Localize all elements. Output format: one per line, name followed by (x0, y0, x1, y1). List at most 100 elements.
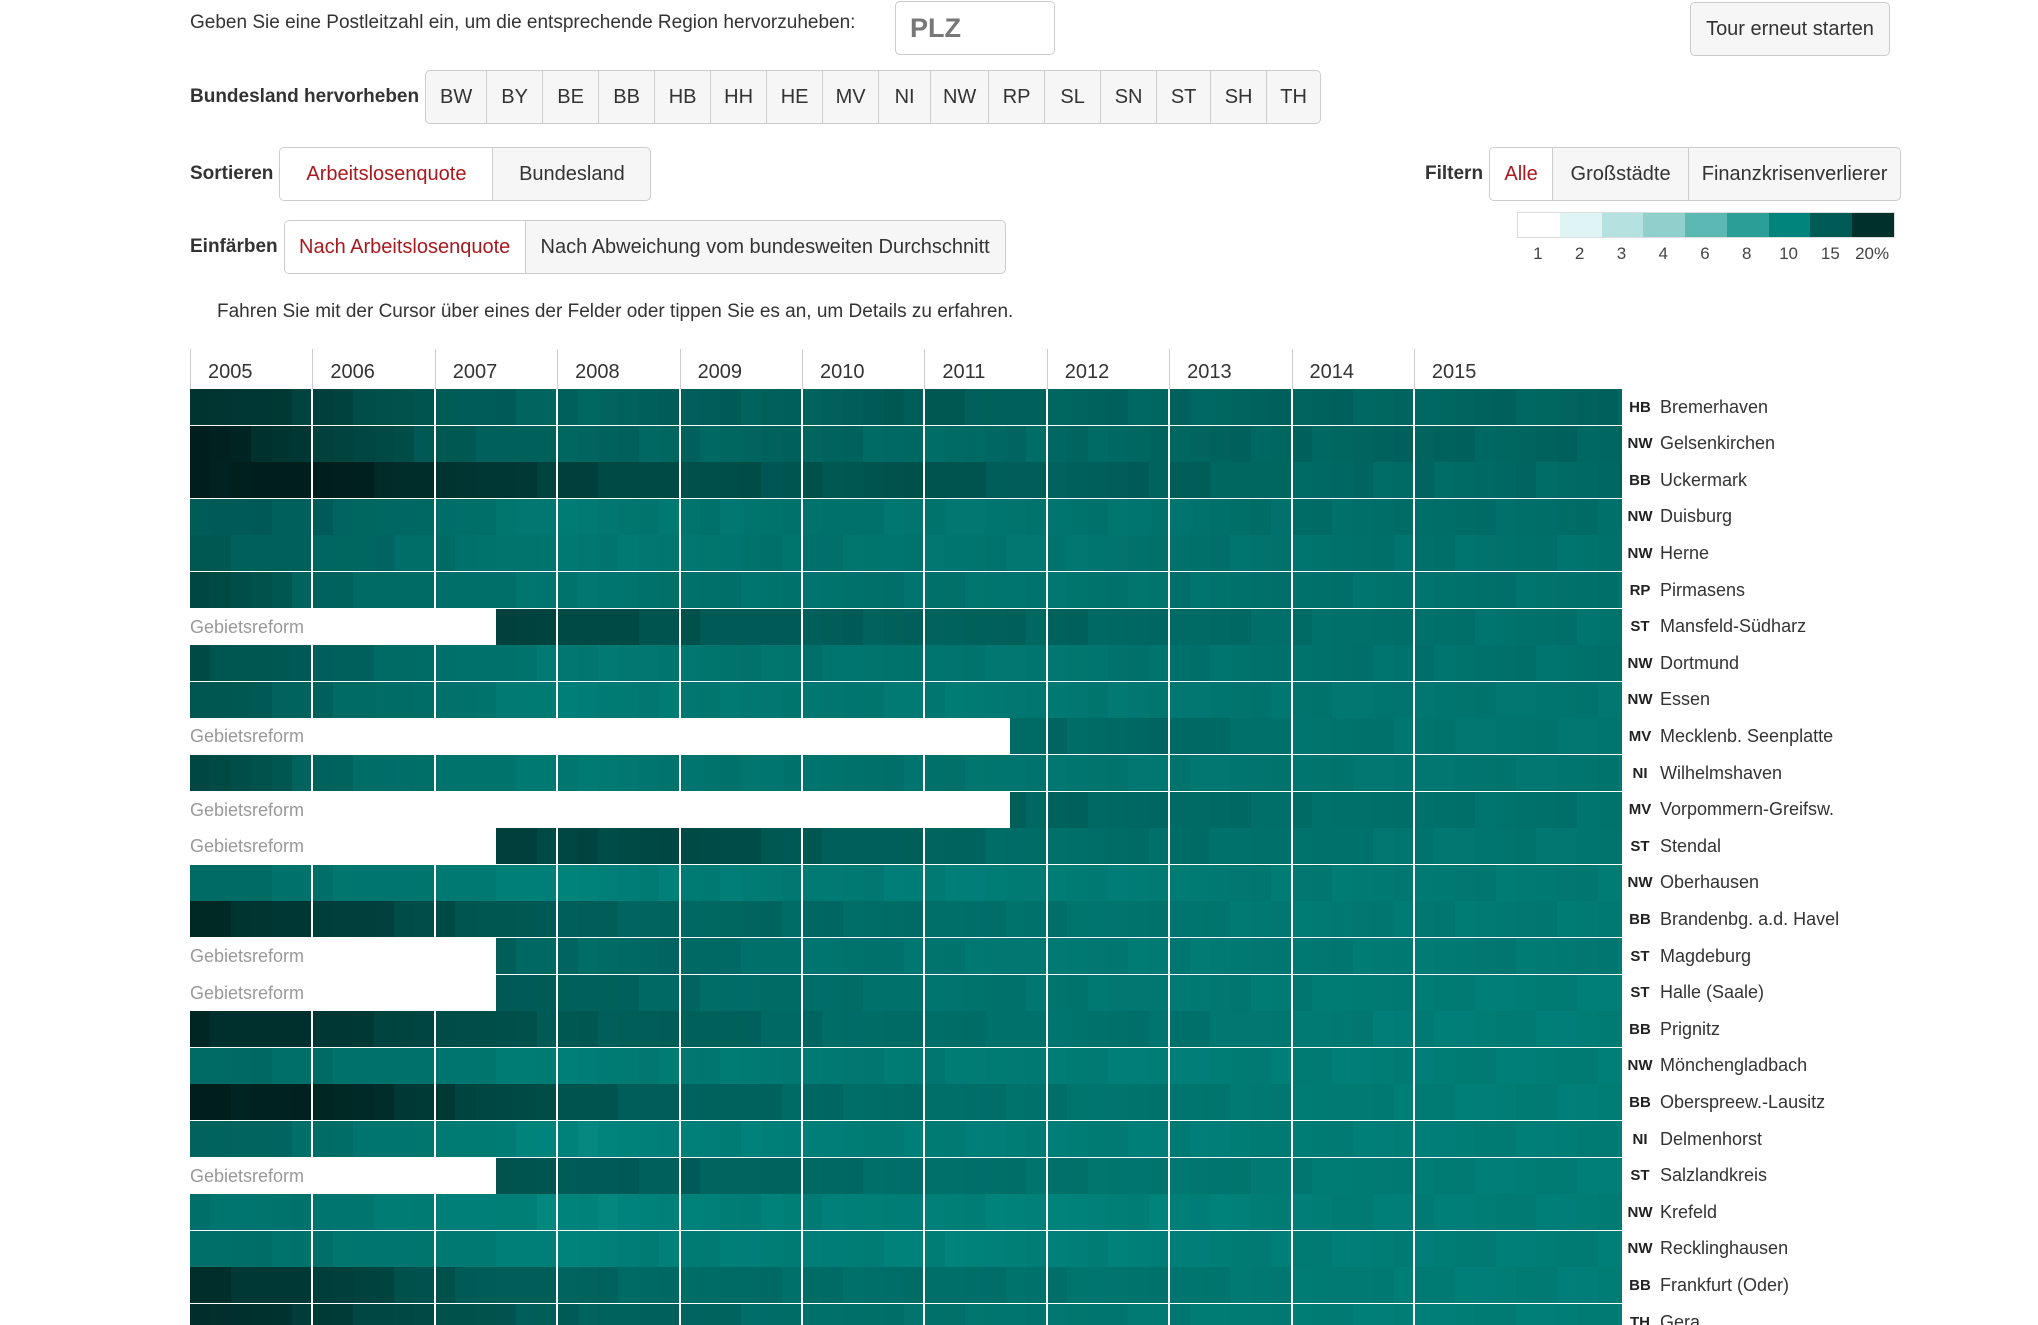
heatmap-cell[interactable] (434, 901, 457, 938)
heatmap-cell[interactable] (1128, 938, 1150, 974)
heatmap-cell[interactable] (679, 1304, 701, 1325)
heatmap-cell[interactable] (414, 864, 436, 901)
heatmap-cell[interactable] (516, 864, 538, 901)
heatmap-cell[interactable] (332, 755, 355, 791)
heatmap-cell[interactable] (373, 1267, 395, 1304)
heatmap-cell[interactable] (230, 389, 253, 425)
heatmap-cell[interactable] (638, 425, 661, 462)
heatmap-cell[interactable] (455, 864, 477, 901)
heatmap-cell[interactable] (1189, 1047, 1211, 1084)
heatmap-cell[interactable] (781, 681, 803, 718)
heatmap-cell[interactable] (842, 425, 865, 462)
heatmap-cell[interactable] (740, 1047, 763, 1084)
heatmap-cell[interactable] (1475, 572, 1497, 608)
heatmap-cell[interactable] (230, 1084, 253, 1121)
heatmap-cell[interactable] (210, 864, 232, 901)
heatmap-cell[interactable] (699, 1121, 722, 1157)
heatmap-cell[interactable] (1536, 389, 1558, 425)
heatmap-cell[interactable] (1311, 938, 1334, 974)
heatmap-cell[interactable] (577, 498, 599, 535)
region-label[interactable]: NW Duisburg (1624, 499, 1733, 535)
heatmap-cell[interactable] (1454, 864, 1477, 901)
heatmap-cell[interactable] (1454, 1157, 1477, 1194)
heatmap-cell[interactable] (1413, 1011, 1436, 1048)
heatmap-cell[interactable] (1393, 389, 1415, 425)
heatmap-cell[interactable] (863, 938, 885, 974)
heatmap-cell[interactable] (1577, 535, 1599, 572)
heatmap-cell[interactable] (1230, 572, 1252, 608)
heatmap-cell[interactable] (251, 572, 273, 608)
heatmap-cell[interactable] (842, 462, 865, 499)
heatmap-cell[interactable] (822, 1084, 844, 1121)
state-button-nw[interactable]: NW (930, 71, 988, 123)
heatmap-cell[interactable] (903, 1304, 926, 1325)
heatmap-cell[interactable] (781, 1304, 803, 1325)
heatmap-cell[interactable] (781, 901, 803, 938)
heatmap-cell[interactable] (801, 1121, 824, 1157)
heatmap-cell[interactable] (1271, 828, 1293, 865)
heatmap-cell[interactable] (1311, 1121, 1334, 1157)
heatmap-cell[interactable] (1107, 1047, 1130, 1084)
heatmap-cell[interactable] (577, 1047, 599, 1084)
heatmap-cell[interactable] (740, 1230, 763, 1267)
heatmap-cell[interactable] (1087, 572, 1109, 608)
heatmap-cell[interactable] (597, 681, 620, 718)
heatmap-cell[interactable] (1332, 645, 1354, 682)
heatmap-cell[interactable] (393, 572, 416, 608)
heatmap-cell[interactable] (1209, 1194, 1232, 1231)
heatmap-cell[interactable] (1454, 938, 1477, 974)
restart-tour-button[interactable]: Tour erneut starten (1690, 2, 1890, 56)
color-by-button-nach-abweichung-vom-bundesweiten-durchschnitt[interactable]: Nach Abweichung vom bundesweiten Durchsc… (524, 221, 1005, 273)
heatmap-cell[interactable] (1577, 681, 1599, 718)
heatmap-cell[interactable] (638, 1084, 661, 1121)
heatmap-cell[interactable] (1413, 425, 1436, 462)
heatmap-cell[interactable] (495, 755, 518, 791)
heatmap-cell[interactable] (577, 938, 599, 974)
heatmap-cell[interactable] (1189, 1230, 1211, 1267)
heatmap-cell[interactable] (414, 1304, 436, 1325)
heatmap-cell[interactable] (1536, 755, 1558, 791)
heatmap-cell[interactable] (801, 974, 824, 1011)
heatmap-cell[interactable] (1536, 1011, 1558, 1048)
heatmap-cell[interactable] (1332, 498, 1354, 535)
heatmap-cell[interactable] (1515, 828, 1538, 865)
heatmap-cell[interactable] (495, 535, 518, 572)
heatmap-cell[interactable] (1250, 1157, 1273, 1194)
heatmap-cell[interactable] (1067, 755, 1089, 791)
heatmap-cell[interactable] (761, 864, 783, 901)
heatmap-cell[interactable] (761, 755, 783, 791)
heatmap-cell[interactable] (516, 1084, 538, 1121)
heatmap-cell[interactable] (842, 645, 865, 682)
heatmap-cell[interactable] (1454, 974, 1477, 1011)
heatmap-cell[interactable] (740, 938, 763, 974)
heatmap-cell[interactable] (1148, 498, 1171, 535)
heatmap-cell[interactable] (1067, 791, 1089, 828)
heatmap-cell[interactable] (1373, 974, 1395, 1011)
heatmap-cell[interactable] (1026, 1047, 1048, 1084)
heatmap-cell[interactable] (434, 645, 457, 682)
heatmap-cell[interactable] (332, 864, 355, 901)
heatmap-cell[interactable] (393, 1304, 416, 1325)
heatmap-cell[interactable] (1230, 791, 1252, 828)
heatmap-cell[interactable] (536, 1084, 559, 1121)
heatmap-cell[interactable] (903, 608, 926, 645)
heatmap-cell[interactable] (251, 1267, 273, 1304)
heatmap-cell[interactable] (944, 389, 967, 425)
heatmap-cell[interactable] (1454, 389, 1477, 425)
state-button-sl[interactable]: SL (1044, 71, 1100, 123)
heatmap-cell[interactable] (1148, 755, 1171, 791)
heatmap-cell[interactable] (230, 425, 253, 462)
heatmap-cell[interactable] (1495, 828, 1517, 865)
heatmap-cell[interactable] (1026, 718, 1048, 755)
heatmap-cell[interactable] (1434, 718, 1456, 755)
heatmap-cell[interactable] (985, 608, 1007, 645)
heatmap-cell[interactable] (1393, 1157, 1415, 1194)
heatmap-cell[interactable] (190, 462, 212, 499)
heatmap-cell[interactable] (638, 498, 661, 535)
heatmap-cell[interactable] (1577, 498, 1599, 535)
heatmap-cell[interactable] (210, 572, 232, 608)
heatmap-cell[interactable] (434, 681, 457, 718)
heatmap-cell[interactable] (659, 1267, 681, 1304)
heatmap-cell[interactable] (924, 1084, 946, 1121)
heatmap-cell[interactable] (1067, 938, 1089, 974)
